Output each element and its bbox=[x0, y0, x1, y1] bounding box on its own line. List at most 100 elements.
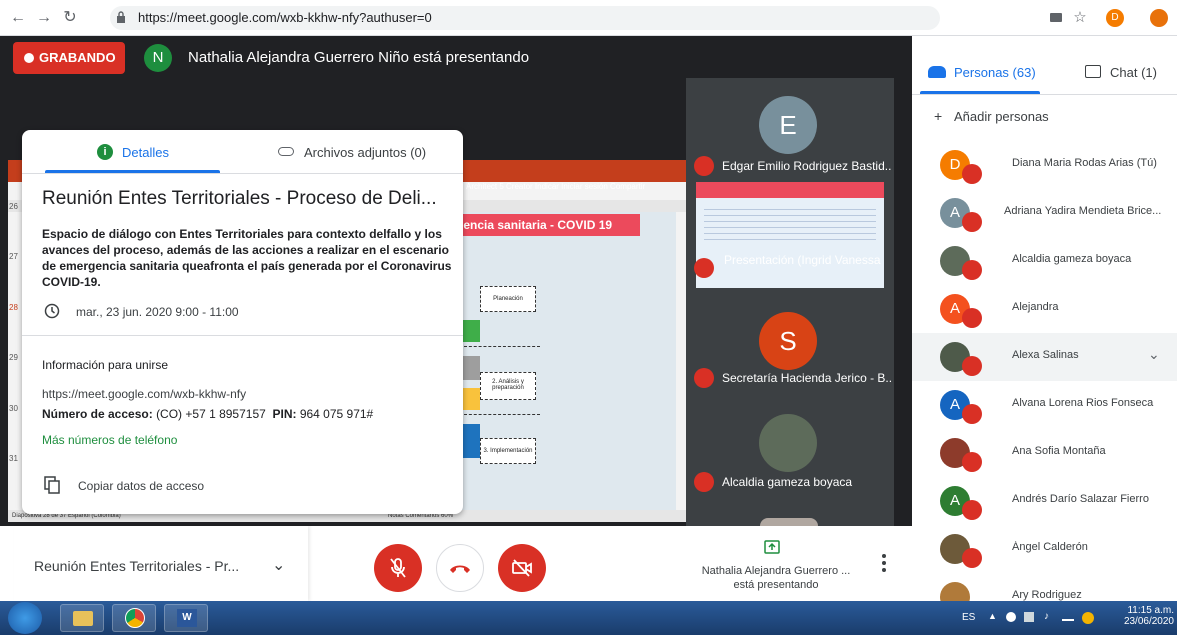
participant-row[interactable]: A Adriana Yadira Mendieta Brice... bbox=[912, 189, 1177, 237]
participant-row[interactable]: A Alvana Lorena Rios Fonseca bbox=[912, 381, 1177, 429]
mic-off-icon bbox=[694, 472, 714, 492]
chevron-down-icon[interactable]: ⌄ bbox=[1148, 346, 1160, 363]
tile-avatar-photo bbox=[760, 518, 818, 526]
add-people-label: Añadir personas bbox=[954, 109, 1049, 124]
mic-off-icon bbox=[962, 260, 982, 280]
copy-icon[interactable] bbox=[44, 476, 60, 494]
people-icon bbox=[928, 66, 946, 78]
participant-row[interactable]: Ana Sofia Montaña bbox=[912, 429, 1177, 477]
recording-dot-icon bbox=[24, 53, 34, 63]
tile-avatar: E bbox=[759, 96, 817, 154]
participant-name: Alexa Salinas bbox=[1012, 349, 1079, 361]
mic-off-icon bbox=[962, 164, 982, 184]
mic-toggle-button[interactable] bbox=[374, 544, 422, 592]
volume-icon[interactable]: ♪ bbox=[1044, 611, 1049, 622]
clock[interactable]: 11:15 a.m. 23/06/2020 bbox=[1108, 605, 1174, 627]
participant-name: Diana Maria Rodas Arias (Tú) bbox=[1012, 157, 1157, 169]
add-person-icon: + bbox=[934, 108, 943, 124]
app-tray-icon[interactable] bbox=[1082, 612, 1094, 624]
participant-row[interactable]: Ary Rodriguez bbox=[912, 573, 1177, 601]
access-number-line: Número de acceso: (CO) +57 1 8957157 PIN… bbox=[42, 407, 373, 421]
participant-name: Alcaldia gameza boyaca bbox=[1012, 253, 1132, 265]
slide-title: gencia sanitaria - COVID 19 bbox=[440, 214, 640, 236]
show-hidden-icons-icon[interactable]: ▲ bbox=[988, 611, 997, 621]
signal-icon[interactable] bbox=[1062, 613, 1074, 621]
participant-name: Ángel Calderón bbox=[1012, 541, 1088, 553]
language-indicator[interactable]: ES bbox=[962, 612, 975, 623]
slide-thumb-number: 30 bbox=[9, 404, 18, 413]
copy-access-button[interactable]: Copiar datos de acceso bbox=[78, 479, 204, 493]
bluetooth-icon[interactable] bbox=[1006, 612, 1016, 622]
participant-name: Alvana Lorena Rios Fonseca bbox=[1012, 397, 1154, 409]
participant-row[interactable]: Alexa Salinas ⌄ bbox=[912, 333, 1177, 381]
join-info-heading: Información para unirse bbox=[42, 358, 169, 372]
join-url[interactable]: https://meet.google.com/wxb-kkhw-nfy bbox=[42, 387, 246, 401]
clock-icon bbox=[44, 303, 60, 319]
clock-date: 23/06/2020 bbox=[1123, 616, 1174, 627]
tab-attachments[interactable]: Archivos adjuntos (0) bbox=[242, 130, 463, 174]
tab-people[interactable]: Personas (63) bbox=[928, 64, 1048, 90]
mic-off-icon bbox=[962, 356, 982, 376]
thumb-text-lines bbox=[704, 204, 876, 244]
tile-name: Alcaldia gameza boyaca bbox=[722, 475, 853, 489]
lock-icon bbox=[117, 11, 125, 23]
info-icon: i bbox=[97, 144, 113, 160]
slide-thumb-number: 27 bbox=[9, 252, 18, 261]
slide-shape bbox=[460, 320, 480, 342]
participant-row[interactable]: Ángel Calderón bbox=[912, 525, 1177, 573]
slide-shape bbox=[460, 424, 480, 458]
star-icon[interactable]: ☆ bbox=[1070, 8, 1090, 28]
tab-details[interactable]: i Detalles bbox=[22, 130, 242, 174]
flow-box-analysis: 2. Análisis y preparación bbox=[480, 372, 536, 400]
add-people-button[interactable]: + Añadir personas bbox=[934, 108, 1074, 126]
meeting-description: Espacio de diálogo con Entes Territorial… bbox=[42, 227, 452, 289]
network-icon[interactable] bbox=[1024, 612, 1034, 622]
pin-label: PIN: bbox=[272, 407, 297, 421]
access-value: (CO) +57 1 8957157 bbox=[156, 407, 266, 421]
camera-indicator-icon[interactable] bbox=[1050, 13, 1062, 22]
slide-shape bbox=[460, 388, 480, 410]
participant-name: Adriana Yadira Mendieta Brice... bbox=[1004, 205, 1162, 217]
slide-thumb-number: 31 bbox=[9, 454, 18, 463]
mic-off-icon bbox=[962, 212, 982, 232]
pin-value: 964 075 971# bbox=[299, 407, 374, 421]
access-label: Número de acceso: bbox=[42, 407, 153, 421]
word-icon[interactable]: W bbox=[164, 604, 208, 632]
forward-icon[interactable]: → bbox=[34, 8, 54, 28]
meeting-datetime: mar., 23 jun. 2020 9:00 - 11:00 bbox=[76, 305, 239, 319]
address-bar[interactable]: https://meet.google.com/wxb-kkhw-nfy?aut… bbox=[110, 6, 940, 30]
participant-row[interactable]: D Diana Maria Rodas Arias (Tú) bbox=[912, 141, 1177, 189]
more-options-icon[interactable] bbox=[878, 552, 890, 574]
tab-attachments-label: Archivos adjuntos (0) bbox=[304, 145, 427, 160]
tile-name: Secretaría Hacienda Jerico - B... bbox=[722, 371, 892, 385]
present-screen-icon[interactable] bbox=[764, 540, 780, 554]
participant-row[interactable]: A Alejandra bbox=[912, 285, 1177, 333]
presenting-line-1: Nathalia Alejandra Guerrero ... bbox=[701, 565, 851, 577]
camera-toggle-button[interactable] bbox=[498, 544, 546, 592]
participant-name: Andrés Darío Salazar Fierro bbox=[1012, 493, 1149, 505]
participant-avatar-photo bbox=[940, 582, 970, 601]
presenting-info: Nathalia Alejandra Guerrero ... está pres… bbox=[694, 564, 858, 592]
chrome-icon[interactable] bbox=[112, 604, 156, 632]
slide-thumb-number: 29 bbox=[9, 353, 18, 362]
tab-chat[interactable]: Chat (1) bbox=[1085, 64, 1165, 90]
powerpoint-toolbar-text: Architect 5 Creator Indicar Iniciar sesi… bbox=[466, 182, 646, 191]
end-call-button[interactable] bbox=[436, 544, 484, 592]
more-phone-numbers-link[interactable]: Más números de teléfono bbox=[42, 433, 177, 447]
file-explorer-icon[interactable] bbox=[60, 604, 104, 632]
participant-name: Ary Rodriguez bbox=[1012, 589, 1082, 601]
mic-off-icon bbox=[962, 500, 982, 520]
profile-avatar[interactable]: D bbox=[1106, 9, 1124, 27]
participant-row[interactable]: Alcaldia gameza boyaca bbox=[912, 237, 1177, 285]
back-icon[interactable]: ← bbox=[8, 8, 28, 28]
presentation-tile-name: Presentación (Ingrid Vanessa Cortes Mart… bbox=[724, 254, 884, 267]
tile-name: Edgar Emilio Rodriguez Bastid... bbox=[722, 159, 892, 173]
meeting-title: Reunión Entes Territoriales - Proceso de… bbox=[42, 188, 437, 209]
reload-icon[interactable]: ↻ bbox=[60, 8, 80, 28]
slide-thumb-number: 26 bbox=[9, 202, 18, 211]
participant-row[interactable]: A Andrés Darío Salazar Fierro bbox=[912, 477, 1177, 525]
extension-icon[interactable] bbox=[1150, 9, 1168, 27]
start-button[interactable] bbox=[8, 602, 42, 634]
system-tray: ES ▲ ♪ 11:15 a.m. 23/06/2020 bbox=[958, 603, 1177, 633]
chevron-down-icon[interactable]: ⌄ bbox=[272, 555, 285, 575]
